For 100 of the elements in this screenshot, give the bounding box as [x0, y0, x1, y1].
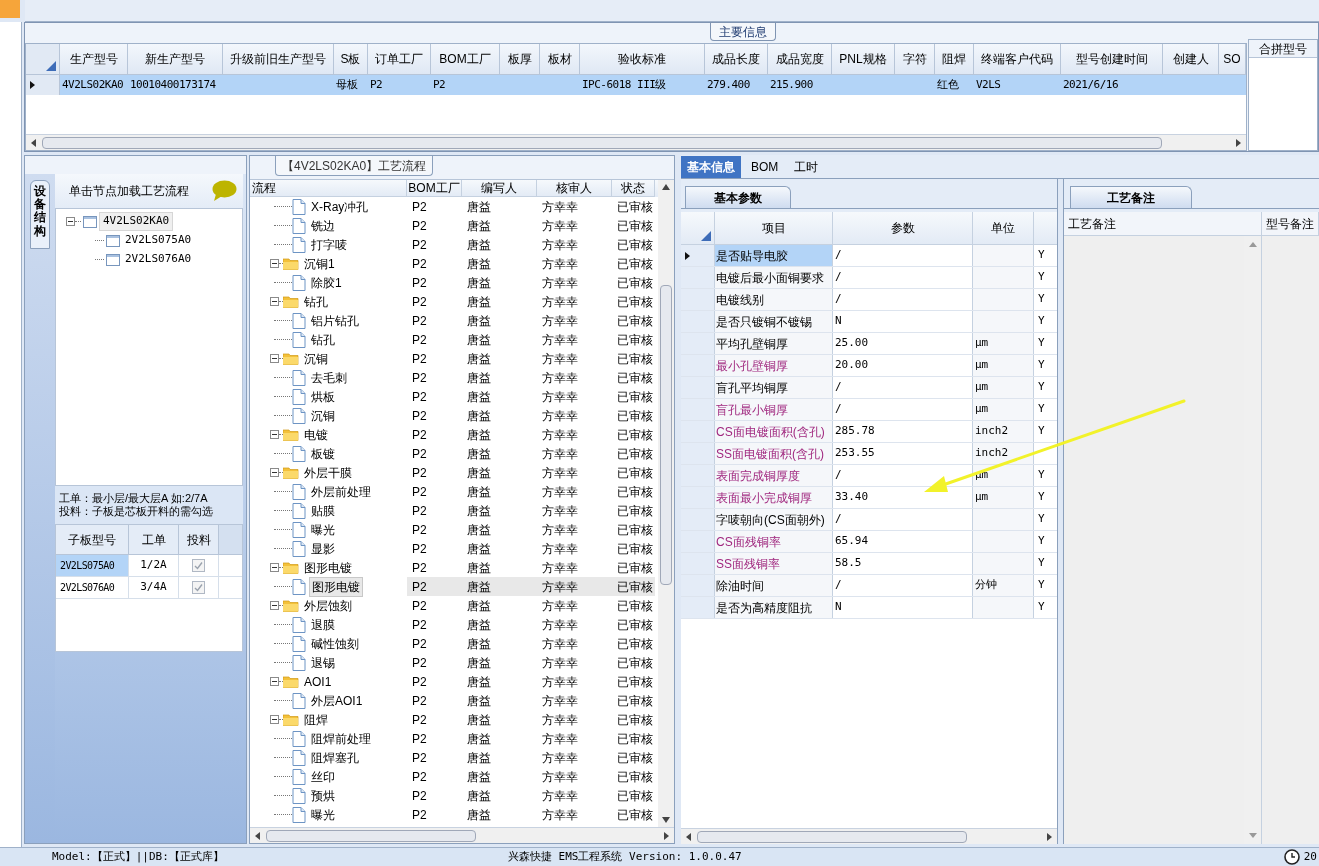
tree-node[interactable]: 阻焊塞孔	[309, 748, 361, 767]
column-header[interactable]: 板厚	[500, 44, 540, 75]
tab[interactable]: BOM	[745, 156, 785, 178]
column-header[interactable]: 合拼型号	[1249, 40, 1317, 58]
tree-node[interactable]: 电镀	[302, 425, 330, 444]
checkbox[interactable]	[192, 581, 205, 594]
tree-node[interactable]: 贴膜	[309, 501, 337, 520]
tree-node[interactable]: 外层AOI1	[309, 691, 365, 710]
column-header[interactable]: BOM工厂	[407, 180, 462, 197]
tree-node[interactable]: 显影	[309, 539, 337, 558]
column-header[interactable]: 状态	[612, 180, 655, 197]
tab[interactable]: 基本信息	[681, 156, 741, 178]
tree-node[interactable]: 沉铜	[309, 406, 337, 425]
tree-node[interactable]: 曝光	[309, 805, 337, 824]
tree-node[interactable]: 外层前处理	[309, 482, 373, 501]
table-cell[interactable]: 平均孔壁铜厚	[715, 333, 833, 354]
horizontal-scrollbar[interactable]	[250, 827, 674, 843]
table-cell[interactable]: CS面残铜率	[715, 531, 833, 552]
column-header[interactable]: 流程	[250, 180, 407, 197]
tree-node[interactable]: 丝印	[309, 767, 337, 786]
tree-node[interactable]: 铣边	[309, 216, 337, 235]
tree-node[interactable]: 外层干膜	[302, 463, 354, 482]
collapse-icon[interactable]	[270, 677, 279, 686]
table-row[interactable]: 4V2LS02KA0 10010400173174 母板 P2 P2 IPC-6018 III级 279.400 215.900 红色 V2LS 2021/6/16	[26, 75, 1246, 95]
table-cell[interactable]: CS面电镀面积(含孔)	[715, 421, 833, 442]
scroll-right-icon[interactable]	[1045, 832, 1053, 841]
tree-node[interactable]: 打字唛	[309, 235, 349, 254]
tree-node[interactable]: 阻焊	[302, 710, 330, 729]
table-cell[interactable]: 字唛朝向(CS面朝外)	[715, 509, 833, 530]
scroll-left-icon[interactable]	[685, 832, 693, 841]
column-header[interactable]: 终端客户代码	[974, 44, 1061, 75]
tree-node[interactable]: 碱性蚀刻	[309, 634, 361, 653]
tree-node[interactable]: 沉铜1	[302, 254, 337, 273]
tree-node[interactable]: 钻孔	[302, 292, 330, 311]
scroll-left-icon[interactable]	[30, 138, 38, 147]
tree-node[interactable]: 图形电镀	[309, 576, 363, 597]
column-header[interactable]: 参数	[833, 212, 973, 245]
tree-node[interactable]: 4V2LS02KA0	[99, 212, 174, 231]
tree-node[interactable]: 板镀	[309, 444, 337, 463]
collapse-icon[interactable]	[270, 259, 279, 268]
table-cell[interactable]: 表面完成铜厚度	[715, 465, 833, 486]
column-header[interactable]: S板	[334, 44, 368, 75]
column-header[interactable]: 成品长度	[705, 44, 768, 75]
table-cell[interactable]: 2V2LS076A0	[56, 577, 129, 598]
column-header[interactable]: 板材	[540, 44, 580, 75]
column-header[interactable]: 字符	[895, 44, 935, 75]
tab[interactable]: 工艺备注	[1070, 186, 1192, 208]
scroll-thumb[interactable]	[697, 830, 967, 843]
tree-node[interactable]: 外层蚀刻	[302, 596, 354, 615]
column-header[interactable]: 生产型号	[60, 44, 128, 75]
collapse-icon[interactable]	[270, 297, 279, 306]
scroll-down-icon[interactable]	[662, 817, 670, 823]
collapse-icon[interactable]	[270, 601, 279, 610]
column-header[interactable]: SO	[1219, 44, 1246, 75]
table-cell[interactable]: 电镀后最小面铜要求	[715, 267, 833, 288]
tree-node[interactable]: 退锡	[309, 653, 337, 672]
column-header[interactable]: 升级前旧生产型号	[223, 44, 334, 75]
table-cell[interactable]: 最小孔壁铜厚	[715, 355, 833, 376]
column-header[interactable]: 型号备注	[1262, 212, 1319, 236]
column-header[interactable]: 阻焊	[935, 44, 974, 75]
table-cell[interactable]: 盲孔平均铜厚	[715, 377, 833, 398]
table-cell[interactable]: 2V2LS075A0	[56, 555, 129, 576]
table-cell[interactable]: 是否只镀铜不镀锡	[715, 311, 833, 332]
column-header[interactable]: 验收标准	[580, 44, 705, 75]
scroll-right-icon[interactable]	[1234, 138, 1242, 147]
collapse-icon[interactable]	[66, 217, 75, 226]
tree-node[interactable]: 2V2LS075A0	[122, 232, 195, 249]
tree-node[interactable]: 烘板	[309, 387, 337, 406]
scroll-up-icon[interactable]	[662, 184, 670, 190]
tree-node[interactable]: 2V2LS076A0	[122, 251, 195, 268]
scroll-thumb[interactable]	[42, 136, 1162, 149]
tree-node[interactable]: 除胶1	[309, 273, 344, 292]
table-cell[interactable]: 表面最小完成铜厚	[715, 487, 833, 508]
collapse-icon[interactable]	[270, 715, 279, 724]
table-cell[interactable]: 是否贴导电胶	[715, 245, 833, 266]
tree-node[interactable]: 图形电镀	[302, 558, 354, 577]
tree-node[interactable]: 钻孔	[309, 330, 337, 349]
tree-node[interactable]: 去毛刺	[309, 368, 349, 387]
collapse-icon[interactable]	[270, 354, 279, 363]
column-header[interactable]: 创建人	[1163, 44, 1219, 75]
column-header[interactable]: 核审人	[537, 180, 612, 197]
column-header[interactable]: PNL规格	[832, 44, 895, 75]
collapse-icon[interactable]	[270, 430, 279, 439]
tree-node[interactable]: 预烘	[309, 786, 337, 805]
tree-node[interactable]: 铝片钻孔	[309, 311, 361, 330]
collapse-icon[interactable]	[270, 468, 279, 477]
scroll-right-icon[interactable]	[662, 831, 670, 840]
column-header[interactable]: 工艺备注	[1064, 212, 1262, 236]
tree-node[interactable]: 曝光	[309, 520, 337, 539]
table-cell[interactable]: SS面电镀面积(含孔)	[715, 443, 833, 464]
column-header[interactable]: 订单工厂	[368, 44, 431, 75]
table-cell[interactable]: 除油时间	[715, 575, 833, 596]
column-header[interactable]: BOM工厂	[431, 44, 500, 75]
side-tab[interactable]: 设备结构	[30, 180, 50, 249]
tree-node[interactable]: 退膜	[309, 615, 337, 634]
column-header[interactable]: 工单	[129, 525, 179, 555]
scroll-thumb[interactable]	[660, 285, 672, 585]
scroll-thumb[interactable]	[266, 829, 476, 842]
tree-node[interactable]: 沉铜	[302, 349, 330, 368]
table-cell[interactable]: 盲孔最小铜厚	[715, 399, 833, 420]
